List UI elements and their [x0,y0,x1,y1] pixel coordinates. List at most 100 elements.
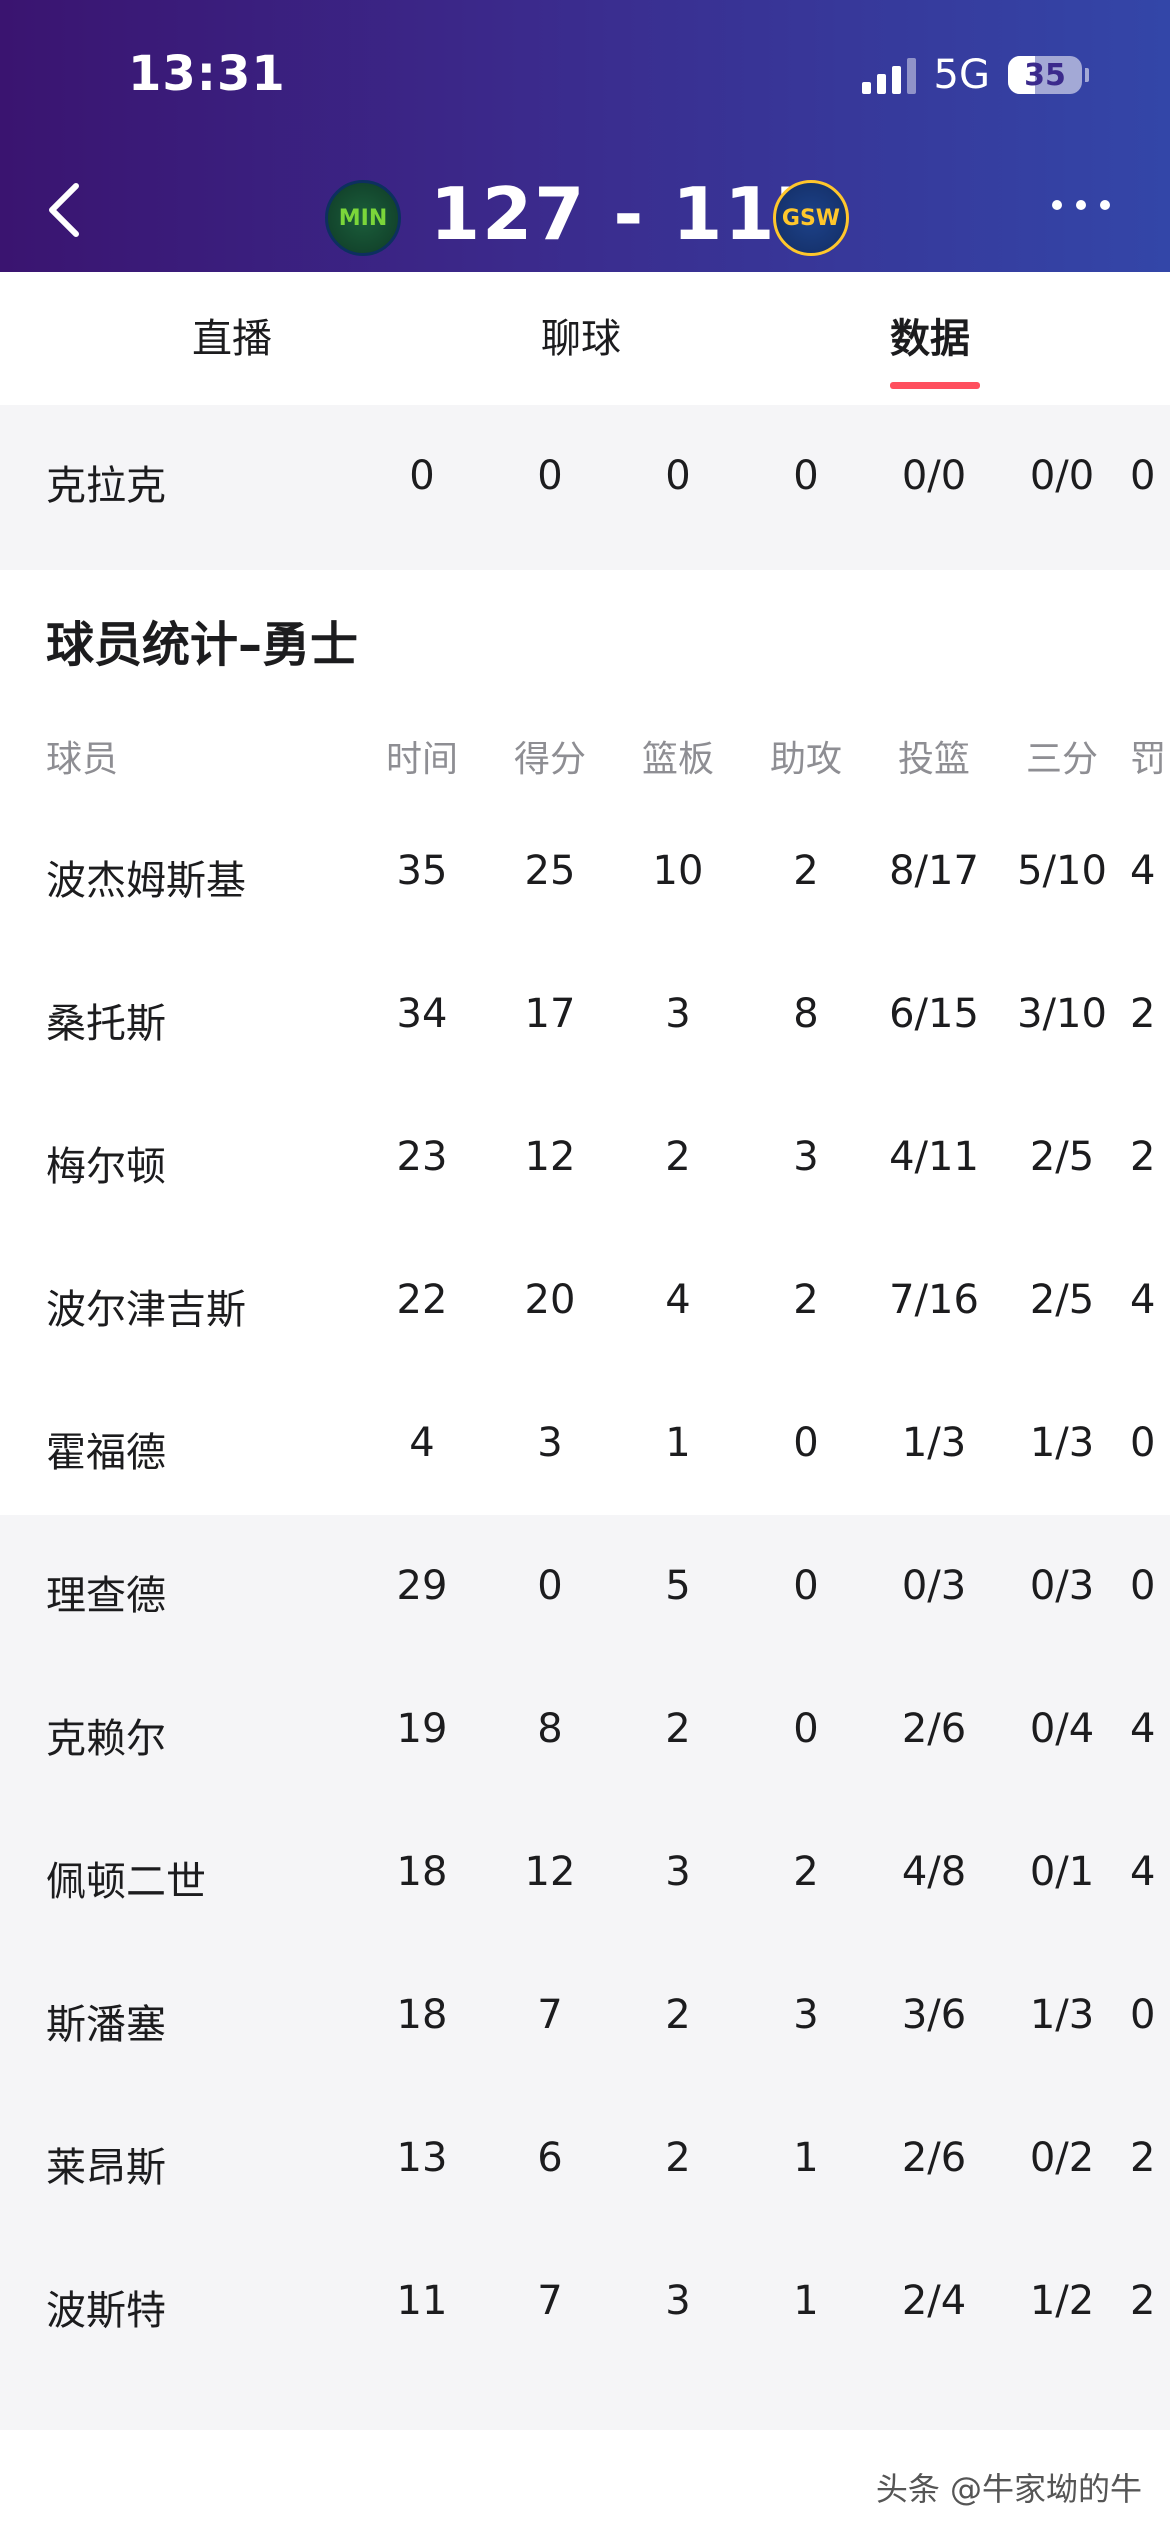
player-name[interactable]: 斯潘塞 [46,1992,166,2050]
stat-rebounds: 3 [665,991,691,1037]
stat-ft: 0 [1130,1992,1156,2038]
stat-3pt: 0/2 [1029,2135,1095,2181]
stat-assists: 2 [793,1849,819,1895]
player-name[interactable]: 桑托斯 [46,991,166,1049]
stat-minutes: 11 [396,2278,448,2324]
stat-rebounds: 2 [665,2135,691,2181]
stat-assists: 3 [793,1992,819,2038]
table-header: 球员 时间 得分 篮板 助攻 投篮 三分 罚 [0,720,1170,800]
stat-points: 7 [537,1992,563,2038]
stat-assists: 0 [793,1420,819,1466]
more-options-icon[interactable] [1052,200,1110,210]
stat-3pt: 0/3 [1029,1563,1095,1609]
table-row: 克赖尔 19 8 2 0 2/6 0/4 4 [0,1658,1170,1801]
stat-fg: 0/3 [901,1563,967,1609]
table-row: 波斯特 11 7 3 1 2/4 1/2 2 [0,2230,1170,2430]
stat-ft: 2 [1130,1134,1156,1180]
stat-minutes: 0 [409,453,435,499]
stat-minutes: 22 [396,1277,448,1323]
section-divider [0,548,1170,570]
section-title: 球员统计–勇士 [46,617,359,673]
stat-minutes: 18 [396,1992,448,2038]
stat-points: 3 [537,1420,563,1466]
stat-points: 7 [537,2278,563,2324]
table-row: 波杰姆斯基 35 25 10 2 8/17 5/10 4 [0,800,1170,943]
stat-points: 8 [537,1706,563,1752]
battery-level: 35 [1024,57,1066,93]
stat-fg: 6/15 [889,991,979,1037]
stat-points: 17 [524,991,576,1037]
stat-assists: 2 [793,848,819,894]
stat-3pt: 2/5 [1029,1134,1095,1180]
col-points: 得分 [513,739,586,780]
player-name[interactable]: 克赖尔 [46,1706,166,1764]
stat-ft: 4 [1130,1706,1156,1752]
stat-3pt: 1/3 [1029,1992,1095,2038]
stat-fg: 2/6 [901,2135,967,2181]
stat-points: 0 [537,453,563,499]
table-row: 理查德 29 0 5 0 0/3 0/3 0 [0,1515,1170,1658]
stat-assists: 0 [793,1706,819,1752]
stat-3pt: 1/3 [1029,1420,1095,1466]
stat-minutes: 19 [396,1706,448,1752]
stat-rebounds: 5 [665,1563,691,1609]
status-bar-right: 5G 35 [861,52,1089,98]
stat-rebounds: 4 [665,1277,691,1323]
table-row: 波尔津吉斯 22 20 4 2 7/16 2/5 4 [0,1229,1170,1372]
player-name[interactable]: 波杰姆斯基 [46,848,246,906]
stat-ft: 4 [1130,1277,1156,1323]
active-tab-indicator [890,382,980,389]
table-row: 斯潘塞 18 7 2 3 3/6 1/3 0 [0,1944,1170,2087]
stat-points: 20 [524,1277,576,1323]
col-minutes: 时间 [385,739,458,780]
stat-ft: 2 [1130,991,1156,1037]
player-name[interactable]: 理查德 [46,1563,166,1621]
stat-rebounds: 3 [665,2278,691,2324]
tab-stats[interactable]: 数据 [890,306,970,364]
away-team-logo[interactable]: GSW [773,180,849,256]
stat-3pt: 0/0 [1029,453,1095,499]
table-row: 克拉克 0 0 0 0 0/0 0/0 0 [0,405,1170,548]
stat-fg: 3/6 [901,1992,967,2038]
stat-3pt: 2/5 [1029,1277,1095,1323]
status-time: 13:31 [128,46,286,102]
stat-points: 0 [537,1563,563,1609]
stat-rebounds: 1 [665,1420,691,1466]
game-header: 13:31 5G 35 MIN 127 - 117 GSW [0,0,1170,272]
stat-minutes: 34 [396,991,448,1037]
stat-rebounds: 2 [665,1992,691,2038]
stat-points: 12 [524,1134,576,1180]
stat-assists: 0 [793,1563,819,1609]
stat-assists: 1 [793,2278,819,2324]
tab-bar: 直播 聊球 数据 [0,272,1170,390]
stat-points: 6 [537,2135,563,2181]
player-name[interactable]: 佩顿二世 [46,1849,206,1907]
player-name[interactable]: 霍福德 [46,1420,166,1478]
stat-assists: 2 [793,1277,819,1323]
tab-live[interactable]: 直播 [192,306,272,364]
stat-assists: 0 [793,453,819,499]
table-row: 霍福德 4 3 1 0 1/3 1/3 0 [0,1372,1170,1515]
tab-chat[interactable]: 聊球 [541,306,621,364]
game-score: 127 - 117 [430,172,829,256]
col-fg: 投篮 [897,739,970,780]
col-player: 球员 [46,739,119,780]
player-name[interactable]: 莱昂斯 [46,2135,166,2193]
stat-minutes: 4 [409,1420,435,1466]
watermark-text: 头条 @牛家坳的牛 [875,2470,1142,2508]
player-name[interactable]: 克拉克 [46,453,166,511]
home-team-logo[interactable]: MIN [325,180,401,256]
stat-minutes: 35 [396,848,448,894]
stat-3pt: 5/10 [1017,848,1107,894]
stat-assists: 3 [793,1134,819,1180]
player-name[interactable]: 波斯特 [46,2278,166,2336]
stat-rebounds: 0 [665,453,691,499]
player-name[interactable]: 波尔津吉斯 [46,1277,246,1335]
stat-minutes: 29 [396,1563,448,1609]
player-name[interactable]: 梅尔顿 [46,1134,166,1192]
stat-rebounds: 10 [652,848,704,894]
signal-icon [861,56,916,94]
stat-minutes: 13 [396,2135,448,2181]
stat-ft: 0 [1130,1563,1156,1609]
table-row: 佩顿二世 18 12 3 2 4/8 0/1 4 [0,1801,1170,1944]
